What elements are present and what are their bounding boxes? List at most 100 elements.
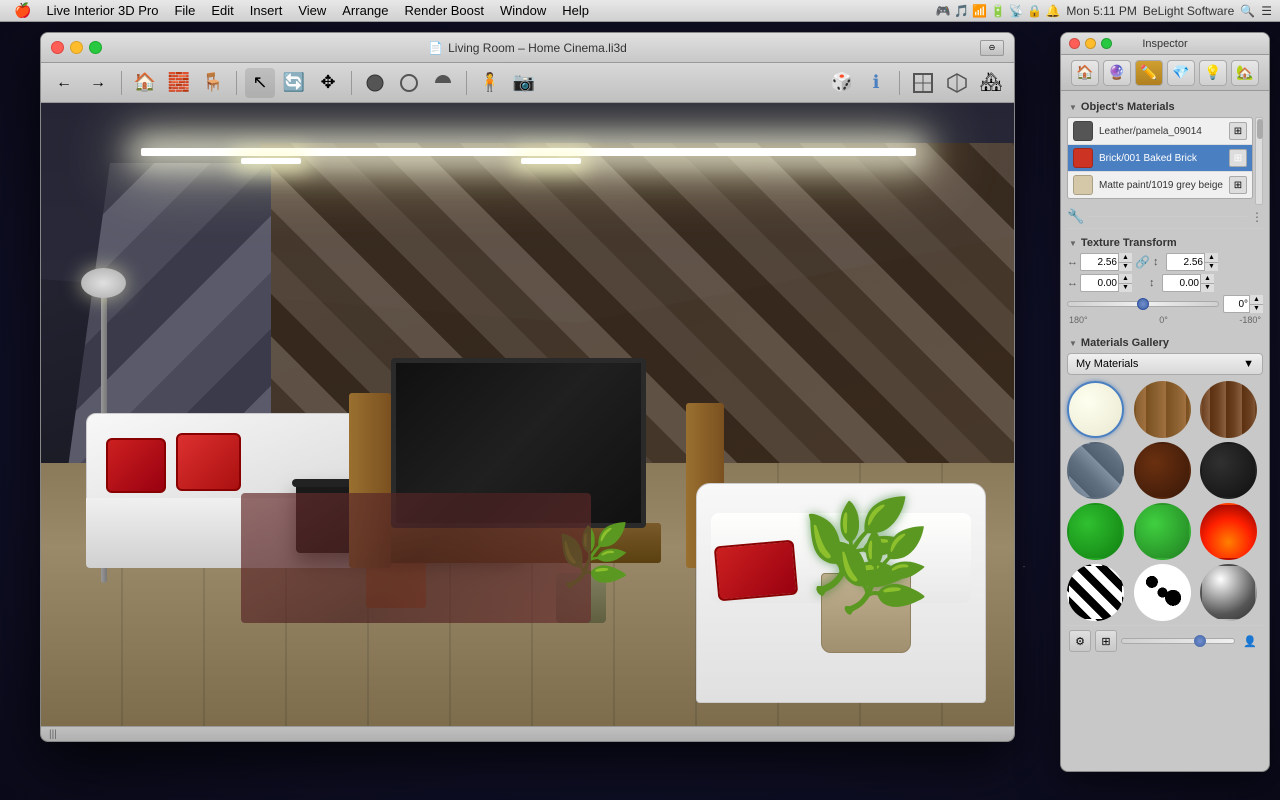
h-offset-up-btn[interactable]: ▲ (1118, 274, 1132, 284)
swatch-wood2[interactable] (1200, 381, 1257, 438)
material-add-btn-1[interactable]: ⊞ (1229, 122, 1247, 140)
swatch-ivory[interactable] (1067, 381, 1124, 438)
info-button[interactable]: ℹ (861, 68, 891, 98)
swatch-green2[interactable] (1134, 503, 1191, 560)
menu-insert[interactable]: Insert (243, 1, 290, 20)
scene: 🌿 🌿 🌿 (41, 103, 1015, 742)
camera-tool[interactable]: 📷 (509, 68, 539, 98)
nav-back-button[interactable]: ← (49, 68, 79, 98)
swatch-zebra[interactable] (1067, 564, 1124, 621)
menu-app[interactable]: Live Interior 3D Pro (39, 1, 165, 20)
toolbar-separator-4 (466, 71, 467, 95)
inspector-maximize-button[interactable] (1101, 38, 1112, 49)
orbit-tool[interactable]: 🔄 (279, 68, 309, 98)
render-button[interactable]: 🎲 (827, 68, 857, 98)
menu-edit[interactable]: Edit (204, 1, 240, 20)
gallery-toolbar: ⚙ ⊞ 👤 (1067, 625, 1263, 656)
menu-help[interactable]: Help (555, 1, 596, 20)
h-offset-stepper: ▲ ▼ (1118, 274, 1132, 292)
menu-icon[interactable]: ☰ (1261, 4, 1272, 18)
rotation-up-btn[interactable]: ▲ (1249, 295, 1263, 305)
h-offset-down-btn[interactable]: ▼ (1118, 284, 1132, 293)
materials-scrollbar[interactable] (1255, 117, 1263, 205)
pan-tool[interactable]: ✥ (313, 68, 343, 98)
rotation-slider-thumb[interactable] (1137, 298, 1149, 310)
apple-menu[interactable]: 🍎 (8, 2, 37, 19)
arc-lamp-shade (81, 268, 126, 298)
maximize-button[interactable] (89, 41, 102, 54)
furniture-button[interactable]: 🪑 (198, 68, 228, 98)
swatch-metal[interactable] (1067, 442, 1124, 499)
material-add-btn-2[interactable]: ⊞ (1229, 149, 1247, 167)
gallery-settings-btn[interactable]: ⚙ (1069, 630, 1091, 652)
menu-window[interactable]: Window (493, 1, 553, 20)
menu-view[interactable]: View (291, 1, 333, 20)
inspector-close-button[interactable] (1069, 38, 1080, 49)
rotation-label-zero: 0° (1159, 315, 1168, 325)
swatch-spots[interactable] (1134, 564, 1191, 621)
menu-dots[interactable]: ⋮ (1251, 210, 1263, 224)
half-circle-tool[interactable] (428, 68, 458, 98)
minimize-button[interactable] (70, 41, 83, 54)
select-tool[interactable]: ↖ (245, 68, 275, 98)
rotation-input-wrap: ▲ ▼ (1223, 295, 1263, 313)
scroll-indicator: ||| (49, 729, 57, 740)
gallery-size-slider-track[interactable] (1121, 638, 1235, 644)
circle-tool[interactable] (394, 68, 424, 98)
window-toolbar: ← → 🏠 🧱 🪑 ↖ 🔄 ✥ 🧍 📷 🎲 ℹ (41, 63, 1014, 103)
inspector-tab-house[interactable]: 🏡 (1231, 60, 1259, 86)
rotation-row: ▲ ▼ (1067, 295, 1263, 313)
gallery-grid-btn[interactable]: ⊞ (1095, 630, 1117, 652)
tool-line (1088, 216, 1247, 217)
menu-file[interactable]: File (167, 1, 202, 20)
app-window: 📄 Living Room – Home Cinema.li3d ⊖ ← → 🏠… (40, 32, 1015, 742)
v-offset-up-btn[interactable]: ▲ (1200, 274, 1214, 284)
swatch-wood1[interactable] (1134, 381, 1191, 438)
link-icon[interactable]: 🔗 (1135, 255, 1150, 269)
floor-plan-button[interactable]: 🏠 (130, 68, 160, 98)
close-button[interactable] (51, 41, 64, 54)
window-resize-btn[interactable]: ⊖ (980, 40, 1004, 56)
search-icon[interactable]: 🔍 (1240, 4, 1255, 18)
h-scale-down-btn[interactable]: ▼ (1118, 263, 1132, 272)
gallery-info-btn[interactable]: 👤 (1239, 630, 1261, 652)
rotation-down-btn[interactable]: ▼ (1249, 305, 1263, 314)
exterior-view-button[interactable]: 🏘 (976, 68, 1006, 98)
swatch-black[interactable] (1200, 442, 1257, 499)
nav-forward-button[interactable]: → (83, 68, 113, 98)
traffic-lights (51, 41, 102, 54)
wall-button[interactable]: 🧱 (164, 68, 194, 98)
h-scale-up-btn[interactable]: ▲ (1118, 253, 1132, 263)
menu-render[interactable]: Render Boost (398, 1, 492, 20)
v-scale-down-btn[interactable]: ▼ (1204, 263, 1218, 272)
2d-view-button[interactable] (908, 68, 938, 98)
inspector-minimize-button[interactable] (1085, 38, 1096, 49)
v-offset-down-btn[interactable]: ▼ (1200, 284, 1214, 293)
company-name: BeLight Software (1143, 4, 1234, 18)
sphere-tool[interactable] (360, 68, 390, 98)
swatch-chrome[interactable] (1200, 564, 1257, 621)
rotation-slider-track[interactable] (1067, 301, 1219, 307)
material-item-2[interactable]: Brick/001 Baked Brick ⊞ (1068, 145, 1252, 172)
inspector-tab-gem[interactable]: 💎 (1167, 60, 1195, 86)
gallery-grid (1067, 381, 1263, 621)
wrench-icon[interactable]: 🔧 (1067, 208, 1084, 225)
material-item-1[interactable]: Leather/pamela_09014 ⊞ (1068, 118, 1252, 145)
v-scale-up-btn[interactable]: ▲ (1204, 253, 1218, 263)
swatch-fire[interactable] (1200, 503, 1257, 560)
menu-arrange[interactable]: Arrange (335, 1, 395, 20)
figure-tool[interactable]: 🧍 (475, 68, 505, 98)
inspector-tab-sphere[interactable]: 🔮 (1103, 60, 1131, 86)
swatch-green[interactable] (1067, 503, 1124, 560)
gallery-size-slider-thumb[interactable] (1194, 635, 1206, 647)
material-item-3[interactable]: Matte paint/1019 grey beige ⊞ (1068, 172, 1252, 198)
gallery-dropdown[interactable]: My Materials ▼ (1067, 353, 1263, 375)
pillow-right (714, 540, 798, 602)
3d-view-button[interactable] (942, 68, 972, 98)
inspector-tab-materials[interactable]: ✏️ (1135, 60, 1163, 86)
material-add-btn-3[interactable]: ⊞ (1229, 176, 1247, 194)
objects-materials-header: Object's Materials (1067, 97, 1263, 117)
swatch-brown[interactable] (1134, 442, 1191, 499)
inspector-tab-home[interactable]: 🏠 (1071, 60, 1099, 86)
inspector-tab-light[interactable]: 💡 (1199, 60, 1227, 86)
